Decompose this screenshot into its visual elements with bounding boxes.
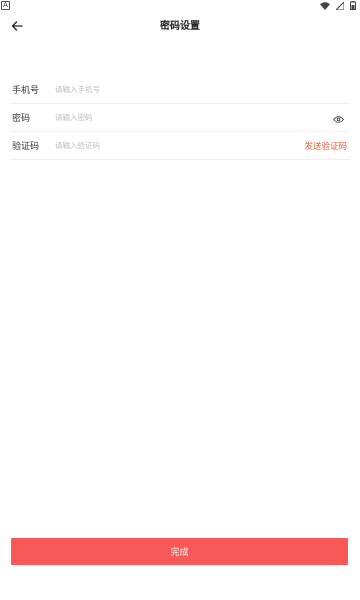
phone-label: 手机号 xyxy=(12,86,40,96)
code-row: 验证码 发送验证码 xyxy=(10,132,350,160)
send-code-button[interactable]: 发送验证码 xyxy=(304,140,350,152)
password-settings-screen: A 密码设置 手机号 密码 xyxy=(0,0,360,600)
phone-input[interactable] xyxy=(55,79,350,100)
submit-button[interactable]: 完成 xyxy=(11,538,348,565)
eye-icon xyxy=(332,108,344,127)
password-input[interactable] xyxy=(55,107,328,128)
battery-icon xyxy=(350,1,356,10)
status-bar: A xyxy=(0,0,360,12)
page-title: 密码设置 xyxy=(160,21,200,32)
password-label: 密码 xyxy=(12,114,31,124)
password-form: 手机号 密码 验证码 发送验证码 xyxy=(10,76,350,160)
password-visibility-toggle[interactable] xyxy=(328,108,348,128)
notification-icon: A xyxy=(1,1,10,10)
wifi-icon xyxy=(320,1,330,10)
signal-icon xyxy=(336,1,344,10)
phone-row: 手机号 xyxy=(10,76,350,104)
code-input[interactable] xyxy=(55,135,305,156)
code-label: 验证码 xyxy=(12,142,40,152)
status-icons xyxy=(320,1,356,10)
password-row: 密码 xyxy=(10,104,350,132)
header: 密码设置 xyxy=(0,12,360,38)
